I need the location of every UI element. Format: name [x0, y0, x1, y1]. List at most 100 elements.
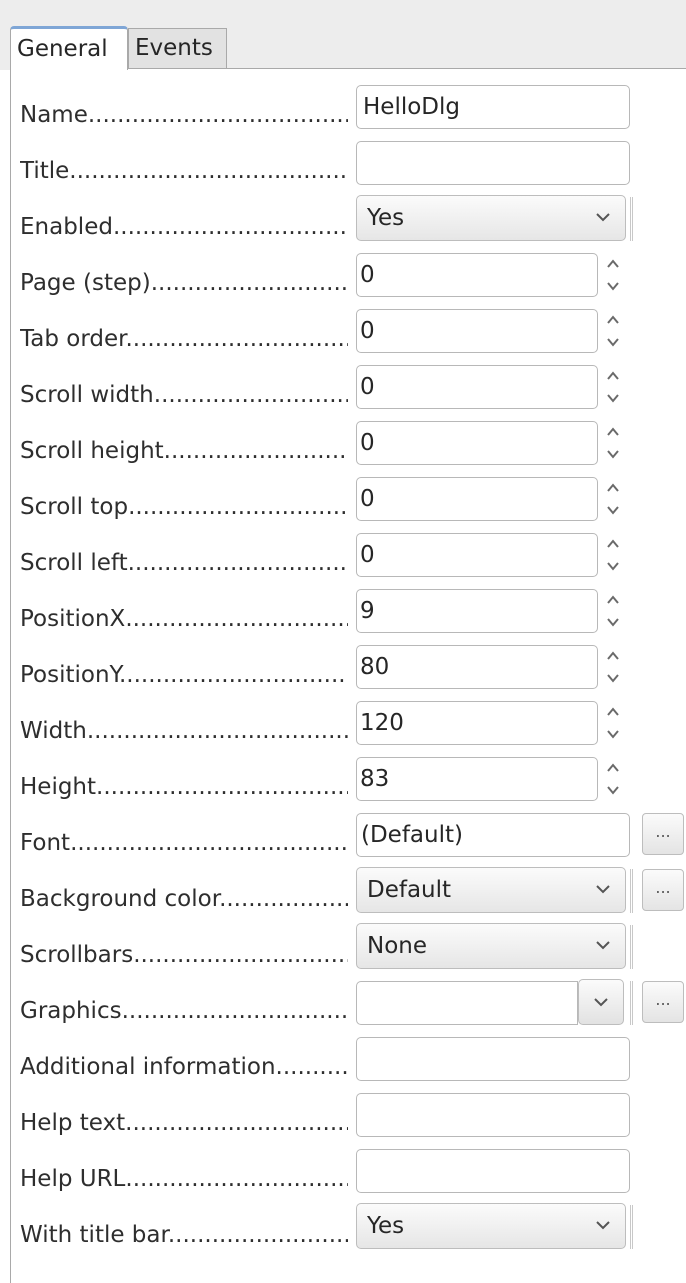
- page-step-field[interactable]: 0: [356, 253, 598, 297]
- chevron-down-icon[interactable]: [602, 667, 624, 689]
- additional-information-field[interactable]: [356, 1037, 630, 1081]
- chevron-down-icon[interactable]: [602, 275, 624, 297]
- select-edge: [630, 925, 633, 969]
- help-text-field[interactable]: [356, 1093, 630, 1137]
- scrollbars-label: Scrollbars..............................…: [20, 942, 348, 968]
- position-y-field[interactable]: 80: [356, 645, 598, 689]
- chevron-up-icon[interactable]: [602, 589, 624, 611]
- chevron-down-icon[interactable]: [602, 499, 624, 521]
- select-edge: [630, 1205, 633, 1249]
- help-url-field[interactable]: [356, 1149, 630, 1193]
- select-edge: [630, 869, 633, 913]
- tab-order-field[interactable]: 0: [356, 309, 598, 353]
- scrollbars-select-value: None: [367, 933, 428, 959]
- scrollbars-select[interactable]: None: [356, 923, 626, 969]
- row-scroll-width: Scroll width............................…: [20, 363, 684, 413]
- help-text-label: Help text...............................…: [20, 1110, 348, 1136]
- background-color-select-value: Default: [367, 877, 452, 903]
- chevron-down-icon: [596, 885, 610, 894]
- with-title-bar-select[interactable]: Yes: [356, 1203, 626, 1249]
- scroll-height-field[interactable]: 0: [356, 421, 598, 465]
- scroll-left-spinner[interactable]: [602, 533, 624, 577]
- row-scrollbars: Scrollbars..............................…: [20, 923, 684, 973]
- tab-events[interactable]: Events: [128, 28, 227, 68]
- width-spinner[interactable]: [602, 701, 624, 745]
- scroll-width-field[interactable]: 0: [356, 365, 598, 409]
- page-step-spinner[interactable]: [602, 253, 624, 297]
- with-title-bar-label: With title bar..........................…: [20, 1222, 348, 1248]
- row-tab-order: Tab order...............................…: [20, 307, 684, 357]
- row-graphics: Graphics................................…: [20, 979, 684, 1029]
- width-label: Width...................................…: [20, 718, 348, 744]
- chevron-down-icon: [596, 1221, 610, 1230]
- row-with-title-bar: With title bar..........................…: [20, 1203, 684, 1253]
- scroll-top-spinner[interactable]: [602, 477, 624, 521]
- scroll-width-spinner[interactable]: [602, 365, 624, 409]
- position-y-spinner[interactable]: [602, 645, 624, 689]
- chevron-down-icon[interactable]: [602, 331, 624, 353]
- select-edge: [630, 197, 633, 241]
- row-position-x: PositionX...............................…: [20, 587, 684, 637]
- chevron-up-icon[interactable]: [602, 365, 624, 387]
- enabled-select-value: Yes: [367, 205, 405, 231]
- scroll-top-field[interactable]: 0: [356, 477, 598, 521]
- background-color-label: Background color........................…: [20, 886, 348, 912]
- title-label: Title...................................…: [20, 158, 348, 184]
- height-spinner[interactable]: [602, 757, 624, 801]
- row-font: Font....................................…: [20, 811, 684, 861]
- row-height: Height..................................…: [20, 755, 684, 805]
- scroll-height-spinner[interactable]: [602, 421, 624, 465]
- row-help-url: Help URL................................…: [20, 1147, 684, 1197]
- chevron-up-icon[interactable]: [602, 309, 624, 331]
- tab-order-spinner[interactable]: [602, 309, 624, 353]
- chevron-down-icon[interactable]: [602, 555, 624, 577]
- chevron-up-icon[interactable]: [602, 645, 624, 667]
- position-x-spinner[interactable]: [602, 589, 624, 633]
- font-label: Font....................................…: [20, 830, 348, 856]
- chevron-down-icon: [594, 998, 608, 1007]
- row-enabled: Enabled.................................…: [20, 195, 684, 245]
- chevron-up-icon[interactable]: [602, 477, 624, 499]
- background-color-select[interactable]: Default: [356, 867, 626, 913]
- row-width: Width...................................…: [20, 699, 684, 749]
- chevron-up-icon[interactable]: [602, 421, 624, 443]
- scroll-top-label: Scroll top..............................…: [20, 494, 348, 520]
- row-position-y: PositionY...............................…: [20, 643, 684, 693]
- row-scroll-top: Scroll top..............................…: [20, 475, 684, 525]
- enabled-label: Enabled.................................…: [20, 214, 348, 240]
- background-color-browse-button[interactable]: ...: [642, 869, 684, 911]
- chevron-down-icon: [596, 941, 610, 950]
- scroll-left-field[interactable]: 0: [356, 533, 598, 577]
- row-name: Name....................................…: [20, 83, 684, 133]
- height-field[interactable]: 83: [356, 757, 598, 801]
- graphics-dropdown-button[interactable]: [578, 979, 624, 1025]
- position-x-field[interactable]: 9: [356, 589, 598, 633]
- title-field[interactable]: [356, 141, 630, 185]
- graphics-field[interactable]: [356, 981, 578, 1025]
- chevron-down-icon[interactable]: [602, 723, 624, 745]
- row-additional-information: Additional information..................…: [20, 1035, 684, 1085]
- row-help-text: Help text...............................…: [20, 1091, 684, 1141]
- row-title: Title...................................…: [20, 139, 684, 189]
- position-y-label: PositionY...............................…: [20, 662, 348, 688]
- chevron-up-icon[interactable]: [602, 701, 624, 723]
- chevron-down-icon[interactable]: [602, 443, 624, 465]
- width-field[interactable]: 120: [356, 701, 598, 745]
- row-background-color: Background color........................…: [20, 867, 684, 917]
- chevron-down-icon[interactable]: [602, 779, 624, 801]
- enabled-select[interactable]: Yes: [356, 195, 626, 241]
- chevron-down-icon[interactable]: [602, 611, 624, 633]
- chevron-down-icon[interactable]: [602, 387, 624, 409]
- scroll-width-label: Scroll width............................…: [20, 382, 348, 408]
- select-edge: [630, 981, 633, 1025]
- additional-information-label: Additional information..................…: [20, 1054, 348, 1080]
- font-field[interactable]: (Default): [356, 813, 630, 857]
- help-url-label: Help URL................................…: [20, 1166, 348, 1192]
- chevron-up-icon[interactable]: [602, 253, 624, 275]
- name-field[interactable]: HelloDlg: [356, 85, 630, 129]
- chevron-up-icon[interactable]: [602, 757, 624, 779]
- graphics-browse-button[interactable]: ...: [642, 981, 684, 1023]
- tab-general[interactable]: General: [10, 26, 128, 70]
- font-browse-button[interactable]: ...: [642, 813, 684, 855]
- chevron-up-icon[interactable]: [602, 533, 624, 555]
